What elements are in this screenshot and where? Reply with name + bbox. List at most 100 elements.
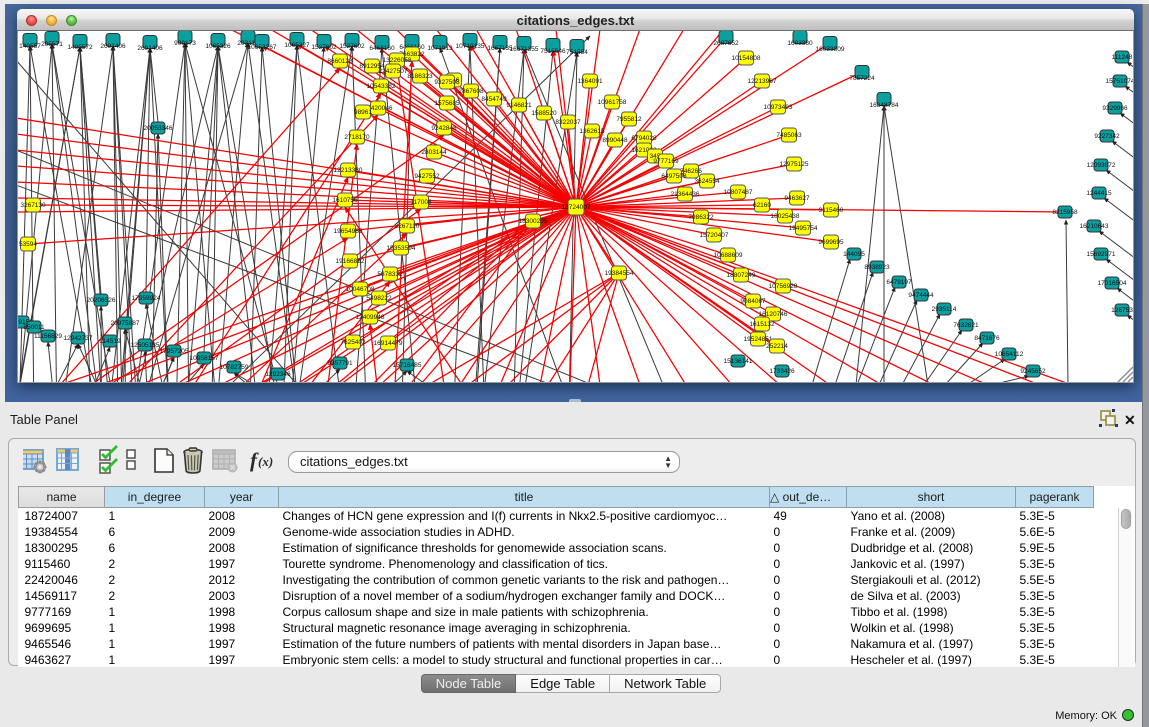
svg-text:(x): (x) <box>258 454 273 469</box>
svg-text:10782759: 10782759 <box>220 364 249 371</box>
svg-text:12505135: 12505135 <box>131 342 160 349</box>
svg-text:13226058: 13226058 <box>383 57 412 64</box>
svg-text:19495754: 19495754 <box>789 225 818 232</box>
svg-text:15692971: 15692971 <box>1087 251 1116 258</box>
svg-text:2803144: 2803144 <box>421 149 447 156</box>
svg-text:22427507: 22427507 <box>379 68 408 75</box>
svg-text:17957205: 17957205 <box>160 348 189 355</box>
svg-text:8215958: 8215958 <box>1052 209 1078 216</box>
svg-text:8938923: 8938923 <box>864 264 890 271</box>
svg-text:1575685: 1575685 <box>434 100 460 107</box>
svg-text:18724007: 18724007 <box>562 204 591 211</box>
svg-text:10046708: 10046708 <box>346 286 375 293</box>
svg-text:9115460: 9115460 <box>819 207 844 214</box>
svg-text:12409948: 12409948 <box>356 314 385 321</box>
svg-text:1071913: 1071913 <box>427 45 453 52</box>
svg-text:16210643: 16210643 <box>1080 223 1109 230</box>
svg-text:10961758: 10961758 <box>598 99 627 106</box>
svg-text:2867608: 2867608 <box>458 88 484 95</box>
svg-text:126753: 126753 <box>1111 307 1133 314</box>
svg-text:10025438: 10025438 <box>771 213 800 220</box>
svg-text:2687652: 2687652 <box>713 40 739 47</box>
svg-text:10719135: 10719135 <box>456 43 485 50</box>
svg-text:9463627: 9463627 <box>784 195 810 202</box>
svg-text:19166822: 19166822 <box>336 258 365 265</box>
svg-text:2718170: 2718170 <box>344 134 370 141</box>
svg-text:5878332: 5878332 <box>377 271 403 278</box>
svg-text:16914479: 16914479 <box>374 340 403 347</box>
svg-text:19654985: 19654985 <box>334 228 363 235</box>
svg-text:205571: 205571 <box>41 41 63 48</box>
svg-text:8471676: 8471676 <box>974 335 1000 342</box>
svg-text:1733426: 1733426 <box>769 368 795 375</box>
svg-text:1364091: 1364091 <box>577 78 603 85</box>
svg-text:6794028: 6794028 <box>631 135 657 142</box>
svg-text:53594: 53594 <box>19 241 37 248</box>
svg-text:9699695: 9699695 <box>818 239 844 246</box>
svg-text:3267110: 3267110 <box>395 223 420 230</box>
svg-text:9777169: 9777169 <box>653 158 679 165</box>
svg-text:1610756: 1610756 <box>332 197 358 204</box>
svg-text:10958157: 10958157 <box>190 355 219 362</box>
svg-text:2691406: 2691406 <box>100 43 126 50</box>
svg-text:7632621: 7632621 <box>953 322 979 329</box>
svg-text:1615132: 1615132 <box>749 321 775 328</box>
svg-text:16848784: 16848784 <box>870 102 899 109</box>
svg-text:9474444: 9474444 <box>908 292 934 299</box>
svg-text:16671355: 16671355 <box>510 46 539 53</box>
svg-text:98961: 98961 <box>354 109 372 116</box>
svg-text:1527602: 1527602 <box>311 44 337 51</box>
svg-text:1065327: 1065327 <box>284 42 310 49</box>
svg-text:7986322: 7986322 <box>688 214 714 221</box>
svg-text:1244415: 1244415 <box>1086 190 1112 197</box>
svg-text:10973493: 10973493 <box>764 104 793 111</box>
svg-text:10653267: 10653267 <box>248 44 277 51</box>
svg-text:12975125: 12975125 <box>780 161 809 168</box>
svg-text:9327508: 9327508 <box>434 79 460 86</box>
svg-text:10654112: 10654112 <box>995 351 1024 358</box>
svg-text:1405572: 1405572 <box>67 44 93 51</box>
svg-text:9146821: 9146821 <box>506 102 532 109</box>
svg-text:8186323: 8186323 <box>407 73 433 80</box>
svg-text:18807249: 18807249 <box>727 272 756 279</box>
svg-text:21364436: 21364436 <box>671 191 700 198</box>
svg-text:1527602: 1527602 <box>339 43 365 50</box>
svg-text:117006: 117006 <box>410 199 432 206</box>
svg-text:6497508: 6497508 <box>661 173 687 180</box>
svg-text:9245652: 9245652 <box>1020 368 1046 375</box>
svg-text:10688609: 10688609 <box>714 252 743 259</box>
svg-text:17359924: 17359924 <box>132 295 161 302</box>
svg-text:3624554: 3624554 <box>694 178 720 185</box>
svg-text:6479197: 6479197 <box>886 279 912 286</box>
svg-text:12213380: 12213380 <box>334 167 363 174</box>
svg-text:144095: 144095 <box>843 251 865 258</box>
svg-text:15751074: 15751074 <box>1106 78 1134 85</box>
svg-text:7955812: 7955812 <box>616 116 642 123</box>
svg-text:850011: 850011 <box>23 324 45 331</box>
svg-text:114519: 114519 <box>99 338 121 345</box>
svg-text:12942737: 12942737 <box>64 335 93 342</box>
svg-text:12093872: 12093872 <box>1087 162 1116 169</box>
svg-text:1362615: 1362615 <box>579 128 605 135</box>
svg-text:9857791: 9857791 <box>327 360 353 367</box>
svg-text:8660123: 8660123 <box>327 58 353 65</box>
svg-text:20975887: 20975887 <box>111 320 140 327</box>
svg-text:8322037: 8322037 <box>555 119 581 126</box>
svg-text:7485063: 7485063 <box>776 132 802 139</box>
svg-text:6466160: 6466160 <box>369 45 395 52</box>
svg-text:9242848: 9242848 <box>431 125 457 132</box>
svg-text:3267130: 3267130 <box>20 202 46 209</box>
svg-text:7857224: 7857224 <box>849 75 875 82</box>
svg-text:10543382: 10543382 <box>367 83 396 90</box>
svg-text:8454749: 8454749 <box>481 96 507 103</box>
svg-text:10756928: 10756928 <box>769 283 798 290</box>
svg-text:9084067: 9084067 <box>740 298 766 305</box>
svg-text:15716485: 15716485 <box>393 362 422 369</box>
svg-text:9329966: 9329966 <box>1102 105 1128 112</box>
svg-text:909173: 909173 <box>174 40 196 47</box>
svg-text:7515546: 7515546 <box>540 48 566 55</box>
svg-text:1588520: 1588520 <box>531 110 557 117</box>
svg-text:8990448: 8990448 <box>602 137 628 144</box>
svg-text:10807487: 10807487 <box>724 189 753 196</box>
svg-text:17016504: 17016504 <box>1098 280 1127 287</box>
